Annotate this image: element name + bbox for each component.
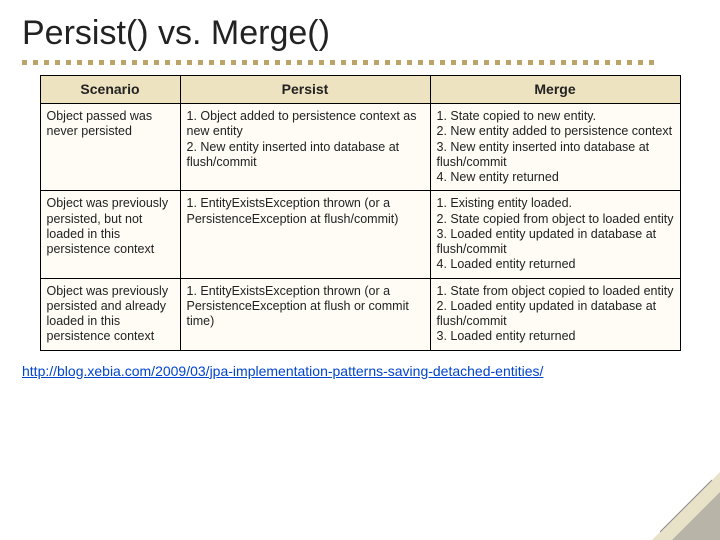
header-persist: Persist xyxy=(180,76,430,104)
cell-persist: 1. EntityExistsException thrown (or a Pe… xyxy=(180,278,430,350)
header-merge: Merge xyxy=(430,76,680,104)
cell-scenario: Object was previously persisted and alre… xyxy=(40,278,180,350)
slide-title: Persist() vs. Merge() xyxy=(22,14,698,53)
cell-scenario: Object was previously persisted, but not… xyxy=(40,191,180,278)
cell-merge: 1. State from object copied to loaded en… xyxy=(430,278,680,350)
cell-merge: 1. State copied to new entity. 2. New en… xyxy=(430,104,680,191)
cell-persist: 1. Object added to persistence context a… xyxy=(180,104,430,191)
cell-persist: 1. EntityExistsException thrown (or a Pe… xyxy=(180,191,430,278)
table-row: Object was previously persisted and alre… xyxy=(40,278,680,350)
cell-scenario: Object passed was never persisted xyxy=(40,104,180,191)
decorative-dots xyxy=(22,57,698,67)
comparison-table: Scenario Persist Merge Object passed was… xyxy=(40,75,681,351)
citation-link[interactable]: http://blog.xebia.com/2009/03/jpa-implem… xyxy=(22,363,698,379)
cell-merge: 1. Existing entity loaded. 2. State copi… xyxy=(430,191,680,278)
table-header-row: Scenario Persist Merge xyxy=(40,76,680,104)
table-row: Object was previously persisted, but not… xyxy=(40,191,680,278)
header-scenario: Scenario xyxy=(40,76,180,104)
table-row: Object passed was never persisted 1. Obj… xyxy=(40,104,680,191)
